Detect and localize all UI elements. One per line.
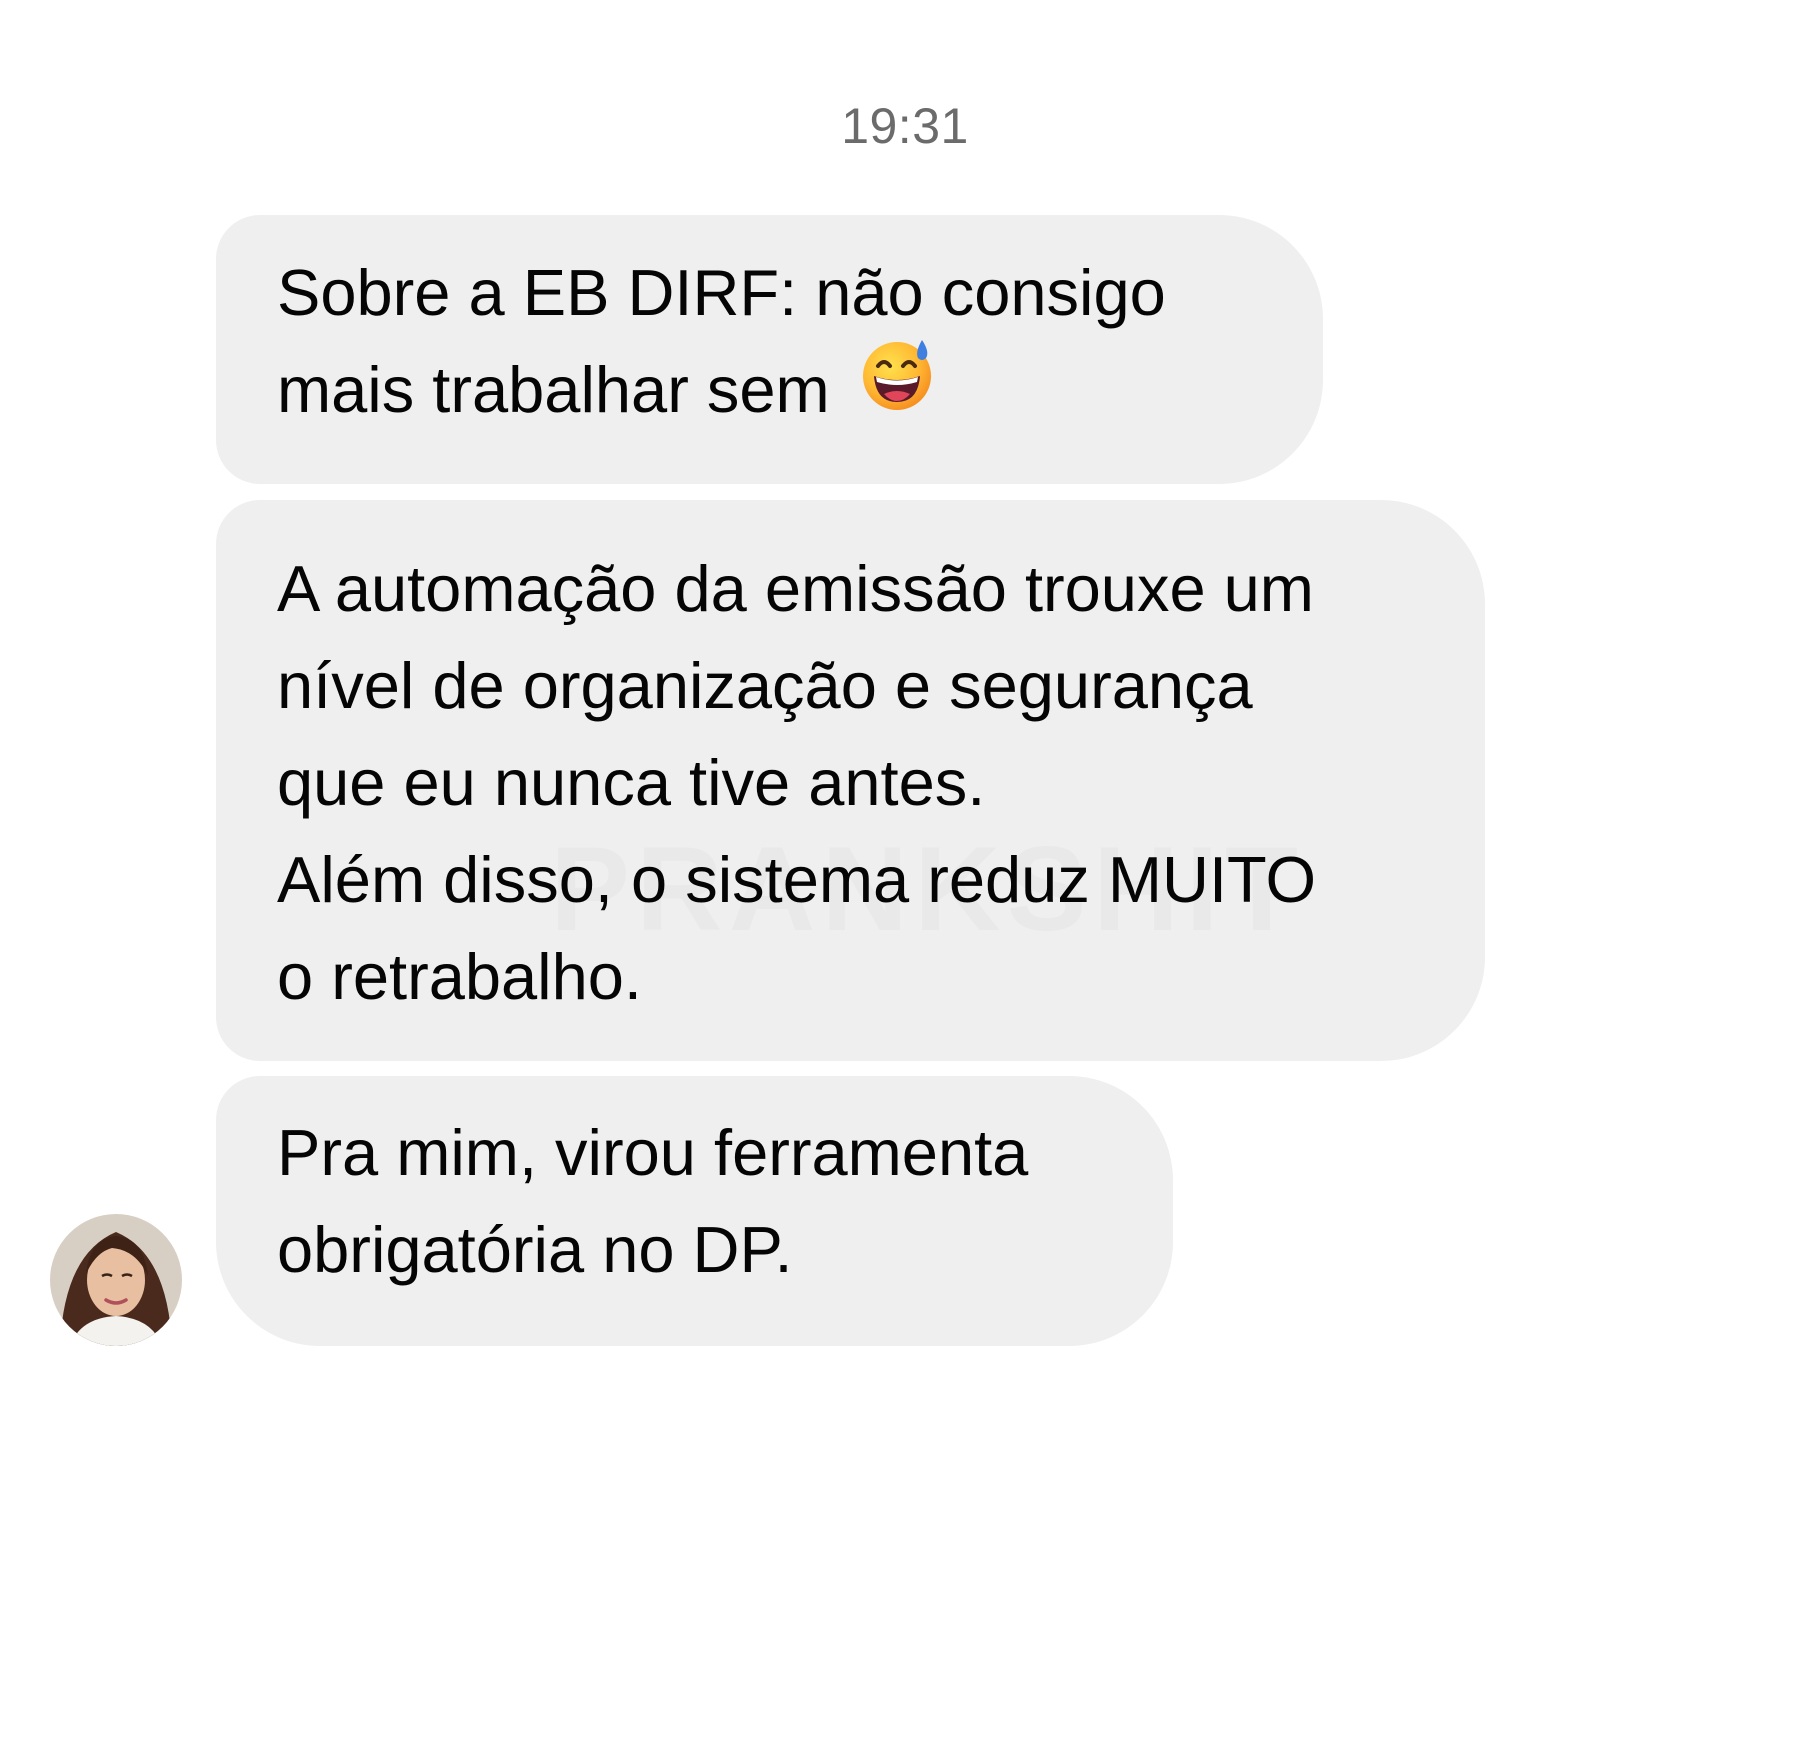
message-text-line: o retrabalho. (277, 940, 642, 1013)
message-bubble[interactable]: A automação da emissão trouxe um nível d… (216, 500, 1485, 1061)
message-text-line: A automação da emissão trouxe um (277, 552, 1314, 625)
message-text-line: que eu nunca tive antes. (277, 746, 986, 819)
message-text-line: Pra mim, virou ferramenta (277, 1116, 1029, 1189)
message-text-line: nível de organização e segurança (277, 649, 1253, 722)
person-avatar-icon (50, 1214, 182, 1346)
message-bubble[interactable]: Sobre a EB DIRF: não consigo mais trabal… (216, 215, 1323, 484)
message-timestamp: 19:31 (841, 98, 969, 154)
message-text-line: mais trabalhar sem (277, 339, 1323, 438)
message-text-line: obrigatória no DP. (277, 1213, 793, 1286)
message-text-line: Sobre a EB DIRF: não consigo (277, 256, 1166, 329)
grinning-face-with-sweat-icon (860, 336, 936, 438)
avatar[interactable] (50, 1214, 182, 1346)
message-text-line: Além disso, o sistema reduz MUITO (277, 843, 1317, 916)
message-bubble[interactable]: Pra mim, virou ferramenta obrigatória no… (216, 1076, 1173, 1346)
message-text-fragment: mais trabalhar sem (277, 353, 830, 426)
